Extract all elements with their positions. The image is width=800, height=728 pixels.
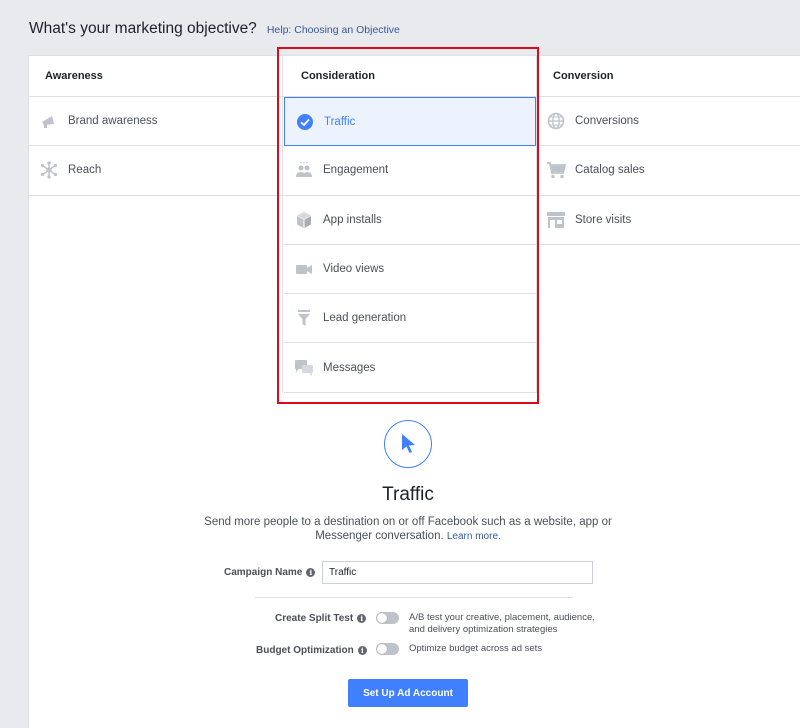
column-heading: Awareness (29, 56, 282, 97)
toggle-knob (377, 613, 387, 623)
funnel-icon (294, 308, 314, 328)
people-icon (294, 160, 314, 180)
objective-catalog-sales[interactable]: Catalog sales (537, 146, 800, 196)
info-icon[interactable]: i (306, 568, 316, 577)
objective-engagement[interactable]: Engagement (284, 146, 536, 196)
split-test-label: Create Split Test i (275, 613, 367, 624)
label-text: Budget Optimization (256, 645, 354, 656)
objective-messages[interactable]: Messages (284, 343, 536, 393)
objective-label: Conversions (575, 115, 639, 128)
learn-more-link[interactable]: Learn more. (447, 531, 501, 542)
objective-label: Brand awareness (68, 115, 158, 128)
objective-lead-generation[interactable]: Lead generation (284, 294, 536, 344)
objective-label: Messages (323, 361, 376, 374)
campaign-name-input[interactable] (322, 561, 593, 584)
column-consideration: Consideration Traffic Engagement App ins… (282, 56, 537, 393)
objective-app-installs[interactable]: App installs (284, 196, 536, 245)
set-up-ad-account-button[interactable]: Set Up Ad Account (348, 679, 468, 707)
toggle-knob (377, 644, 387, 654)
objective-label: Video views (323, 263, 385, 276)
objective-title: Traffic (382, 484, 434, 505)
campaign-name-label: Campaign Name i (224, 567, 316, 578)
objective-traffic[interactable]: Traffic (284, 97, 536, 147)
objective-brand-awareness[interactable]: Brand awareness (29, 97, 282, 147)
column-awareness: Awareness Brand awareness Reach (29, 56, 282, 196)
cursor-pointer-icon (384, 420, 432, 468)
split-test-description: A/B test your creative, placement, audie… (409, 612, 595, 635)
objective-label: Lead generation (323, 312, 407, 325)
megaphone-icon (39, 111, 59, 131)
objective-label: Catalog sales (575, 164, 645, 177)
objective-label: Reach (68, 164, 102, 177)
label-text: Create Split Test (275, 613, 354, 624)
budget-optimization-description: Optimize budget across ad sets (409, 643, 543, 654)
reach-icon (39, 160, 59, 180)
label-text: Campaign Name (224, 567, 303, 578)
budget-optimization-toggle[interactable] (376, 643, 399, 655)
info-icon[interactable]: i (357, 646, 367, 655)
objective-conversions[interactable]: Conversions (537, 97, 800, 147)
column-heading: Consideration (283, 56, 536, 97)
objective-description: Send more people to a destination on or … (200, 515, 616, 544)
split-test-toggle[interactable] (376, 612, 399, 624)
objective-label: Traffic (324, 115, 356, 128)
column-conversion: Conversion Conversions Catalog sales Sto… (537, 56, 800, 245)
box-icon (294, 210, 314, 230)
objective-label: Engagement (323, 164, 389, 177)
description-text: Send more people to a destination on or … (204, 516, 612, 542)
checkmark-circle-icon (295, 112, 315, 132)
help-link[interactable]: Help: Choosing an Objective (267, 24, 400, 36)
globe-icon (546, 111, 566, 131)
objective-store-visits[interactable]: Store visits (537, 196, 800, 245)
objective-label: App installs (323, 213, 382, 226)
chat-bubbles-icon (294, 358, 314, 378)
column-heading: Conversion (537, 56, 800, 97)
page-header: What's your marketing objective? Help: C… (29, 20, 400, 38)
objective-video-views[interactable]: Video views (284, 245, 536, 295)
budget-optimization-label: Budget Optimization i (256, 645, 367, 656)
objective-label: Store visits (575, 213, 632, 226)
objective-reach[interactable]: Reach (29, 146, 282, 196)
video-camera-icon (294, 259, 314, 279)
page-title: What's your marketing objective? (29, 20, 257, 37)
form-divider (255, 597, 573, 598)
shopping-cart-icon (546, 160, 566, 180)
store-icon (546, 210, 566, 230)
info-icon[interactable]: i (357, 614, 367, 623)
